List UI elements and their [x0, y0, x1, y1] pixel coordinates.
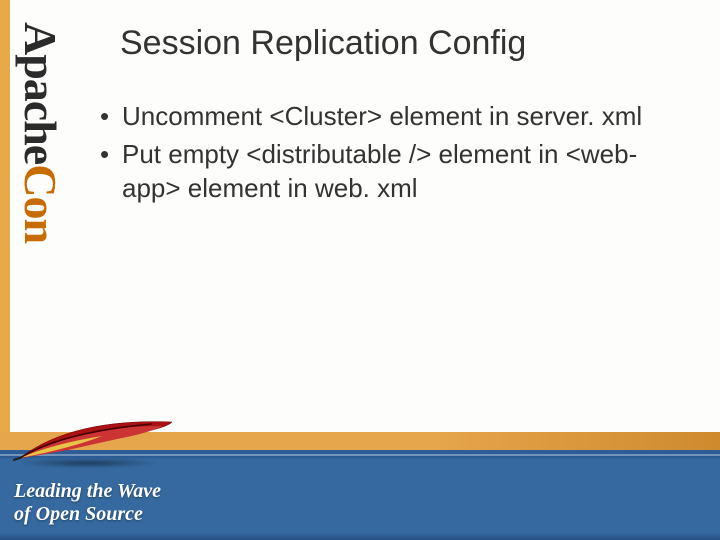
feather-shadow: [18, 458, 158, 468]
logo-text-apache: Apache: [15, 22, 66, 164]
apachecon-logo: ApacheCon: [14, 22, 67, 243]
tagline-line-2: of Open Source: [14, 503, 161, 526]
page-title: Session Replication Config: [120, 24, 526, 63]
accent-bar: [0, 0, 10, 432]
bullet-list: Uncomment <Cluster> element in server. x…: [92, 100, 690, 209]
list-item: Uncomment <Cluster> element in server. x…: [92, 100, 690, 134]
logo-text-con: Con: [15, 164, 66, 243]
footer-tagline: Leading the Wave of Open Source: [14, 480, 161, 526]
footer: Leading the Wave of Open Source: [0, 432, 720, 540]
feather-icon: [12, 414, 182, 470]
list-item: Put empty <distributable /> element in <…: [92, 138, 690, 206]
tagline-line-1: Leading the Wave: [14, 480, 161, 503]
